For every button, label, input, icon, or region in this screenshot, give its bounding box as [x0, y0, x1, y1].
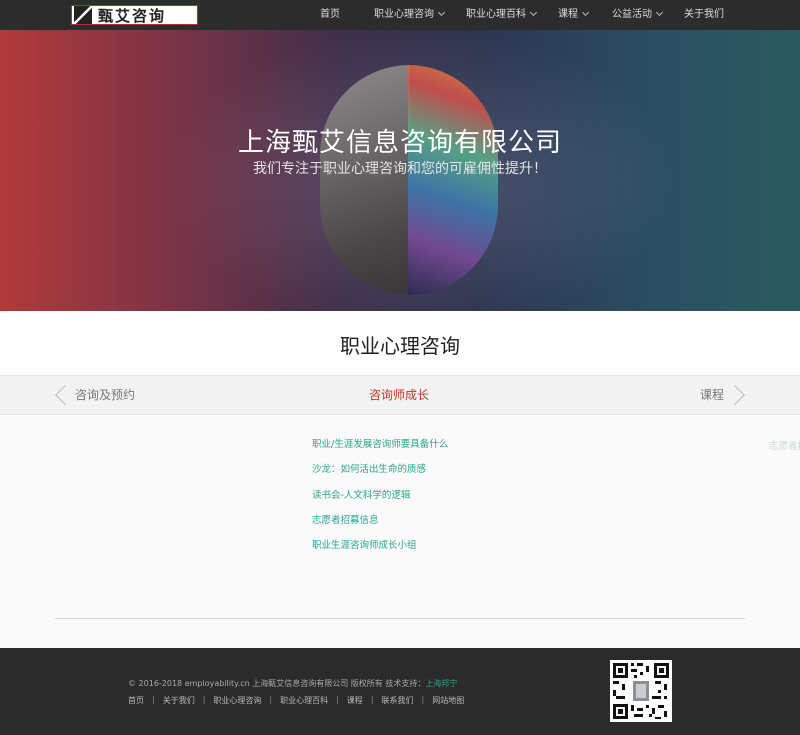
nav-item-label: 职业心理百科 — [466, 9, 526, 20]
chevron-down-icon — [437, 8, 446, 17]
next-panel-article-preview: 志愿者招 — [769, 441, 800, 452]
hero-title: 上海甄艾信息咨询有限公司 — [237, 128, 562, 158]
footer-link-home[interactable]: 首页 — [128, 695, 144, 706]
chevron-down-icon — [581, 8, 590, 17]
tab-prev-consult-booking[interactable]: 咨询及预约 — [75, 376, 135, 414]
article-link[interactable]: 沙龙：如何活出生命的质感 — [312, 463, 448, 488]
qr-code-icon — [610, 660, 672, 722]
section-title: 职业心理咨询 — [340, 334, 460, 358]
article-link[interactable]: 职业生涯咨询师成长小组 — [312, 539, 448, 564]
nav-item-home[interactable]: 首页 — [320, 0, 340, 30]
tab-next-courses[interactable]: 课程 — [700, 376, 724, 414]
nav-item-label: 首页 — [320, 9, 340, 20]
nav-item-label: 职业心理咨询 — [374, 9, 434, 20]
hero-subtitle: 我们专注于职业心理咨询和您的可雇佣性提升！ — [253, 161, 547, 177]
footer-link-sitemap[interactable]: 网站地图 — [432, 695, 464, 706]
tab-bar: 咨询及预约 咨询师成长 课程 — [0, 375, 800, 415]
chevron-right-icon[interactable] — [725, 385, 745, 405]
footer-link-career-counseling[interactable]: 职业心理咨询 — [213, 695, 261, 706]
copyright-label: © 2016-2018 employability.cn 上海甄艾信息咨询有限公… — [128, 679, 426, 688]
nav-item-label: 公益活动 — [612, 9, 652, 20]
copyright-text: © 2016-2018 employability.cn 上海甄艾信息咨询有限公… — [128, 678, 457, 689]
logo-text: 甄艾咨询 — [98, 6, 167, 25]
article-link[interactable]: 读书会-人文科学的逻辑 — [312, 489, 448, 514]
footer-link-contact[interactable]: 联系我们 — [382, 695, 414, 706]
footer-link-career-encyclopedia[interactable]: 职业心理百科 — [280, 695, 328, 706]
tab-active-counselor-growth[interactable]: 咨询师成长 — [369, 376, 429, 414]
separator: | — [152, 695, 155, 704]
article-link[interactable]: 志愿者招募信息 — [312, 514, 448, 539]
footer: © 2016-2018 employability.cn 上海甄艾信息咨询有限公… — [0, 648, 800, 735]
separator: | — [269, 695, 273, 704]
nav-item-courses[interactable]: 课程 — [558, 0, 590, 30]
nav-item-about[interactable]: 关于我们 — [684, 0, 724, 30]
hero-banner: 上海甄艾信息咨询有限公司 我们专注于职业心理咨询和您的可雇佣性提升！ — [0, 30, 800, 311]
logo[interactable]: 甄艾咨询 — [71, 5, 198, 25]
tech-support-link[interactable]: 上海邦宁 — [425, 679, 457, 688]
nav-item-career-counseling[interactable]: 职业心理咨询 — [374, 0, 446, 30]
qr-code-image — [610, 660, 672, 722]
footer-link-courses[interactable]: 课程 — [347, 695, 363, 706]
article-link[interactable]: 职业/生涯发展咨询师要具备什么 — [312, 438, 448, 463]
chevron-down-icon — [529, 8, 538, 17]
footer-link-about[interactable]: 关于我们 — [163, 695, 195, 706]
footer-links: 首页 | 关于我们 | 职业心理咨询 | 职业心理百科 | 课程 | 联系我们 | 网站地图 — [128, 695, 464, 706]
nav-item-career-encyclopedia[interactable]: 职业心理百科 — [466, 0, 538, 30]
separator: | — [202, 695, 206, 704]
separator: | — [421, 695, 425, 704]
book-icon — [74, 6, 92, 24]
content-area: 职业/生涯发展咨询师要具备什么 沙龙：如何活出生命的质感 读书会-人文科学的逻辑… — [0, 416, 800, 648]
divider — [55, 618, 745, 619]
chevron-left-icon[interactable] — [55, 385, 75, 405]
nav-item-label: 关于我们 — [684, 9, 724, 20]
nav-item-charity[interactable]: 公益活动 — [612, 0, 664, 30]
nav-item-label: 课程 — [558, 9, 578, 20]
article-list: 职业/生涯发展咨询师要具备什么 沙龙：如何活出生命的质感 读书会-人文科学的逻辑… — [312, 438, 448, 564]
top-nav: 甄艾咨询 首页 职业心理咨询 职业心理百科 课程 公益活动 关于我们 — [0, 0, 800, 30]
chevron-down-icon — [655, 8, 664, 17]
separator: | — [370, 695, 374, 704]
separator: | — [336, 695, 339, 704]
